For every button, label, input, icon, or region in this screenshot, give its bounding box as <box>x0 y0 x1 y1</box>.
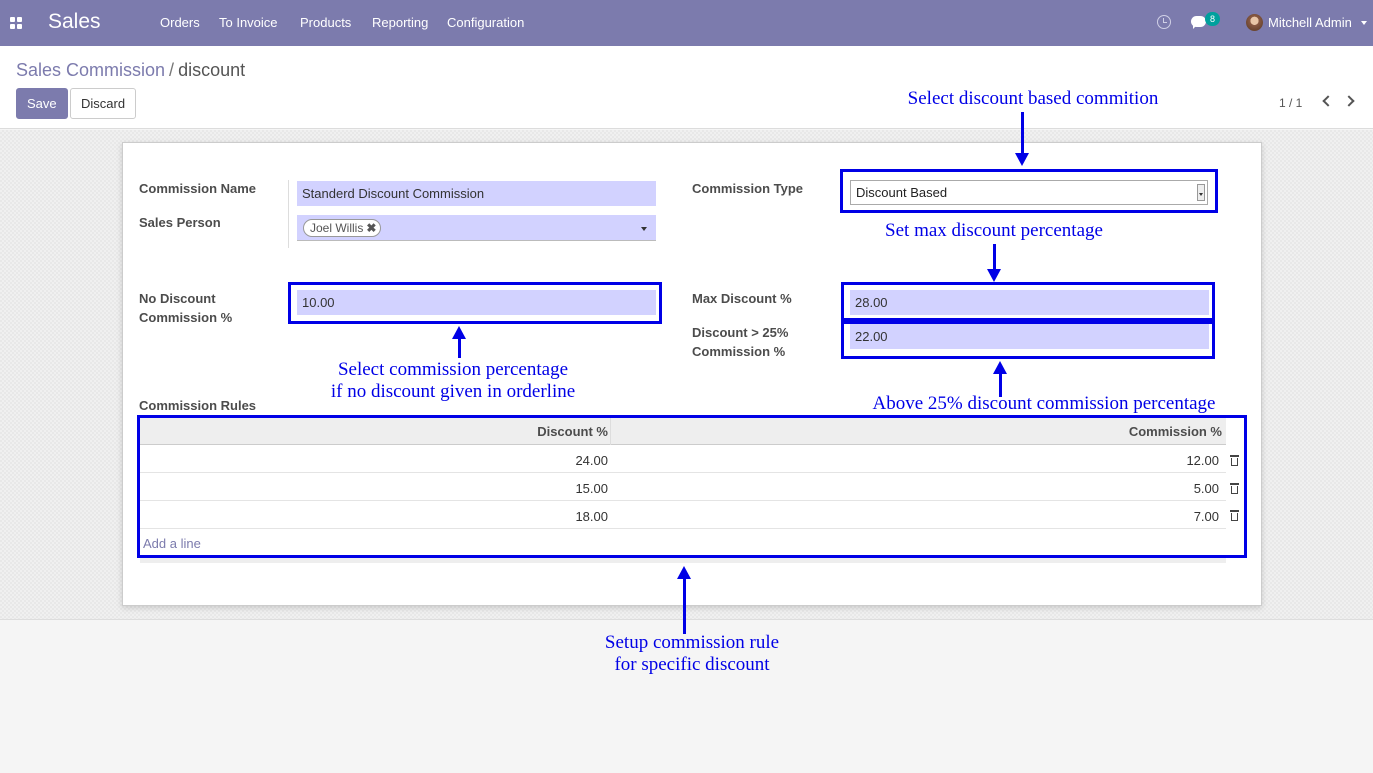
highlight-above-discount <box>841 321 1215 359</box>
annotation-max-discount: Set max discount percentage <box>885 220 1103 241</box>
no-discount-label-line2: Commission % <box>139 310 233 325</box>
commission-type-label: Commission Type <box>692 181 804 196</box>
commission-rules-label: Commission Rules <box>139 398 257 413</box>
menu-to-invoice[interactable]: To Invoice <box>219 15 278 30</box>
annotation-arrow-down <box>987 244 1001 282</box>
no-discount-label: No Discount Commission % <box>139 289 232 327</box>
no-discount-label-line1: No Discount <box>139 291 216 306</box>
sales-person-tag: Joel Willis ✖ <box>303 219 382 237</box>
highlight-no-discount <box>288 282 662 324</box>
apps-menu-icon[interactable] <box>10 17 22 29</box>
commission-name-input[interactable] <box>297 181 656 206</box>
chevron-down-icon[interactable] <box>641 227 647 231</box>
annotation-no-discount-line1: Select commission percentage <box>337 359 569 380</box>
annotation-no-discount: Select commission percentage if no discou… <box>300 359 606 403</box>
breadcrumb-parent[interactable]: Sales Commission <box>16 60 165 80</box>
menu-reporting[interactable]: Reporting <box>372 15 428 30</box>
discard-button[interactable]: Discard <box>70 88 137 119</box>
menu-orders[interactable]: Orders <box>160 15 200 30</box>
chevron-left-icon[interactable] <box>1322 95 1334 107</box>
app-title: Sales <box>48 10 101 33</box>
top-navbar: Sales Orders To Invoice Products Reporti… <box>0 0 1373 46</box>
above-discount-label: Discount > 25% Commission % <box>692 323 788 361</box>
user-avatar[interactable] <box>1246 14 1263 31</box>
chat-icon[interactable] <box>1191 16 1206 29</box>
menu-configuration[interactable]: Configuration <box>447 15 524 30</box>
above-discount-label-line1: Discount > 25% <box>692 325 789 340</box>
breadcrumb: Sales Commission / discount <box>16 60 245 81</box>
sales-person-tag-label: Joel Willis <box>310 221 364 235</box>
highlight-rules-table <box>137 415 1247 558</box>
annotation-above-discount: Above 25% discount commission percentage <box>872 393 1216 414</box>
annotation-arrow-up <box>452 326 466 358</box>
highlight-max-discount <box>841 282 1215 321</box>
field-divider <box>288 180 289 248</box>
annotation-arrow-up <box>677 566 691 634</box>
annotation-commission-type: Select discount based commition <box>907 88 1159 109</box>
remove-tag-icon[interactable]: ✖ <box>366 220 376 236</box>
max-discount-label: Max Discount % <box>692 291 792 306</box>
annotation-rules-line2: for specific discount <box>614 654 770 675</box>
annotation-rules-line1: Setup commission rule <box>604 632 780 653</box>
commission-name-label: Commission Name <box>139 181 257 196</box>
breadcrumb-separator: / <box>169 60 175 80</box>
chat-count-badge: 8 <box>1205 12 1220 26</box>
menu-products[interactable]: Products <box>300 15 351 30</box>
above-discount-label-line2: Commission % <box>692 344 786 359</box>
annotation-rules: Setup commission rule for specific discou… <box>582 632 802 676</box>
annotation-no-discount-line2: if no discount given in orderline <box>330 381 576 402</box>
save-button[interactable]: Save <box>16 88 68 119</box>
user-menu[interactable]: Mitchell Admin <box>1268 15 1352 30</box>
chevron-right-icon[interactable] <box>1343 95 1355 107</box>
highlight-commission-type <box>840 169 1218 213</box>
annotation-arrow-down <box>1015 112 1029 166</box>
breadcrumb-current: discount <box>178 60 246 80</box>
activity-clock-icon[interactable] <box>1157 15 1171 29</box>
pager-value: 1 / 1 <box>1279 96 1303 110</box>
sales-person-label: Sales Person <box>139 215 221 230</box>
chevron-down-icon[interactable] <box>1361 21 1367 25</box>
